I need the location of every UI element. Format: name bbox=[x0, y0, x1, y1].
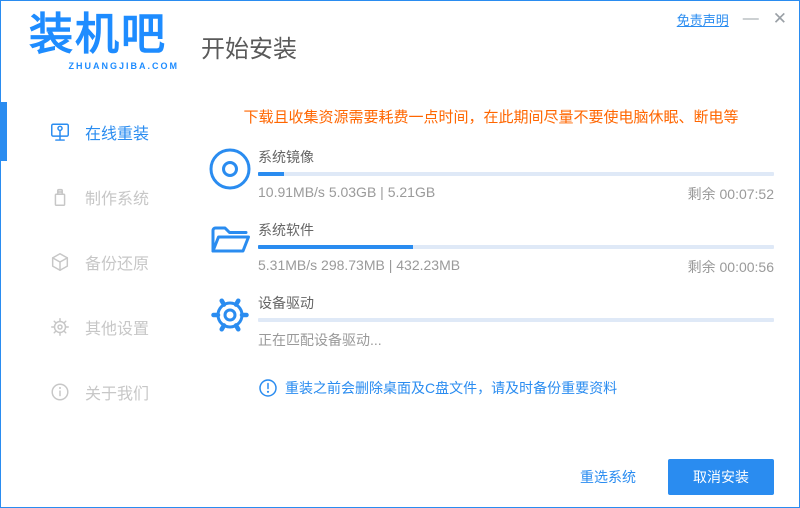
close-icon[interactable]: ✕ bbox=[773, 9, 787, 29]
sidebar-item-online-reinstall[interactable]: 在线重装 bbox=[1, 99, 191, 164]
usb-icon bbox=[49, 186, 71, 208]
content-area: 在线重装 制作系统 备份还原 其他设置 关于我们 下载且收集资源需要耗费一点时间… bbox=[1, 89, 799, 507]
backup-tip: 重装之前会删除桌面及C盘文件，请及时备份重要资料 bbox=[208, 378, 774, 398]
main-panel: 下载且收集资源需要耗费一点时间，在此期间尽量不要使电脑休眠、断电等 系统镜像 1… bbox=[191, 89, 799, 507]
download-warning-text: 下载且收集资源需要耗费一点时间，在此期间尽量不要使电脑休眠、断电等 bbox=[243, 109, 739, 126]
cancel-install-button[interactable]: 取消安装 bbox=[668, 459, 774, 495]
app-logo: 装机吧 ZHUANGJIBA.COM bbox=[29, 10, 179, 72]
sidebar-item-label: 关于我们 bbox=[85, 385, 150, 403]
sidebar-item-make-system[interactable]: 制作系统 bbox=[1, 164, 191, 229]
sidebar-item-backup-restore[interactable]: 备份还原 bbox=[1, 229, 191, 294]
sidebar: 在线重装 制作系统 备份还原 其他设置 关于我们 bbox=[1, 89, 191, 507]
task-row-system-software: 系统软件 5.31MB/s 298.73MB | 432.23MB 剩余 00:… bbox=[208, 220, 774, 277]
settings-icon bbox=[49, 316, 71, 338]
folder-icon bbox=[208, 220, 252, 264]
titlebar: 装机吧 ZHUANGJIBA.COM 开始安装 免责声明 — ✕ bbox=[1, 1, 799, 89]
app-logo-text: 装机吧 bbox=[29, 10, 167, 59]
task-row-device-driver: 设备驱动 正在匹配设备驱动... bbox=[208, 293, 774, 350]
progress-fill bbox=[258, 245, 413, 249]
task-row-system-image: 系统镜像 10.91MB/s 5.03GB | 5.21GB 剩余 00:07:… bbox=[208, 147, 774, 204]
progress-bar bbox=[258, 318, 774, 322]
sidebar-item-other-settings[interactable]: 其他设置 bbox=[1, 294, 191, 359]
task-speed-stats: 5.31MB/s 298.73MB | 432.23MB bbox=[258, 257, 461, 273]
minimize-icon[interactable]: — bbox=[743, 9, 759, 29]
app-logo-domain: ZHUANGJIBA.COM bbox=[68, 61, 179, 71]
computer-icon bbox=[49, 121, 71, 143]
backup-tip-text: 重装之前会删除桌面及C盘文件，请及时备份重要资料 bbox=[285, 380, 618, 396]
reselect-system-button[interactable]: 重选系统 bbox=[580, 467, 636, 487]
progress-fill bbox=[258, 172, 284, 176]
info-icon bbox=[49, 381, 71, 403]
sidebar-item-label: 其他设置 bbox=[85, 320, 150, 338]
task-list: 系统镜像 10.91MB/s 5.03GB | 5.21GB 剩余 00:07:… bbox=[208, 147, 774, 350]
task-time-remaining: 剩余 00:07:52 bbox=[687, 186, 774, 202]
sidebar-item-label: 制作系统 bbox=[85, 190, 150, 208]
gear-icon bbox=[208, 293, 252, 337]
backup-icon bbox=[49, 251, 71, 273]
task-name: 系统软件 bbox=[258, 222, 314, 238]
sidebar-item-label: 备份还原 bbox=[85, 255, 150, 273]
page-title: 开始安装 bbox=[201, 36, 297, 63]
disc-icon bbox=[208, 147, 252, 191]
progress-bar bbox=[258, 245, 774, 249]
task-status-text: 正在匹配设备驱动... bbox=[258, 332, 382, 348]
installer-window: 装机吧 ZHUANGJIBA.COM 开始安装 免责声明 — ✕ 在线重装 制作… bbox=[0, 0, 800, 508]
disclaimer-link[interactable]: 免责声明 bbox=[677, 10, 729, 29]
task-name: 设备驱动 bbox=[258, 295, 314, 311]
sidebar-item-about-us[interactable]: 关于我们 bbox=[1, 359, 191, 424]
task-speed-stats: 10.91MB/s 5.03GB | 5.21GB bbox=[258, 184, 436, 200]
task-name: 系统镜像 bbox=[258, 149, 314, 165]
alert-circle-icon bbox=[258, 378, 278, 398]
window-controls: 免责声明 — ✕ bbox=[677, 9, 787, 29]
sidebar-item-label: 在线重装 bbox=[85, 125, 150, 143]
footer-actions: 重选系统 取消安装 bbox=[580, 459, 774, 495]
progress-bar bbox=[258, 172, 774, 176]
task-time-remaining: 剩余 00:00:56 bbox=[687, 259, 774, 275]
